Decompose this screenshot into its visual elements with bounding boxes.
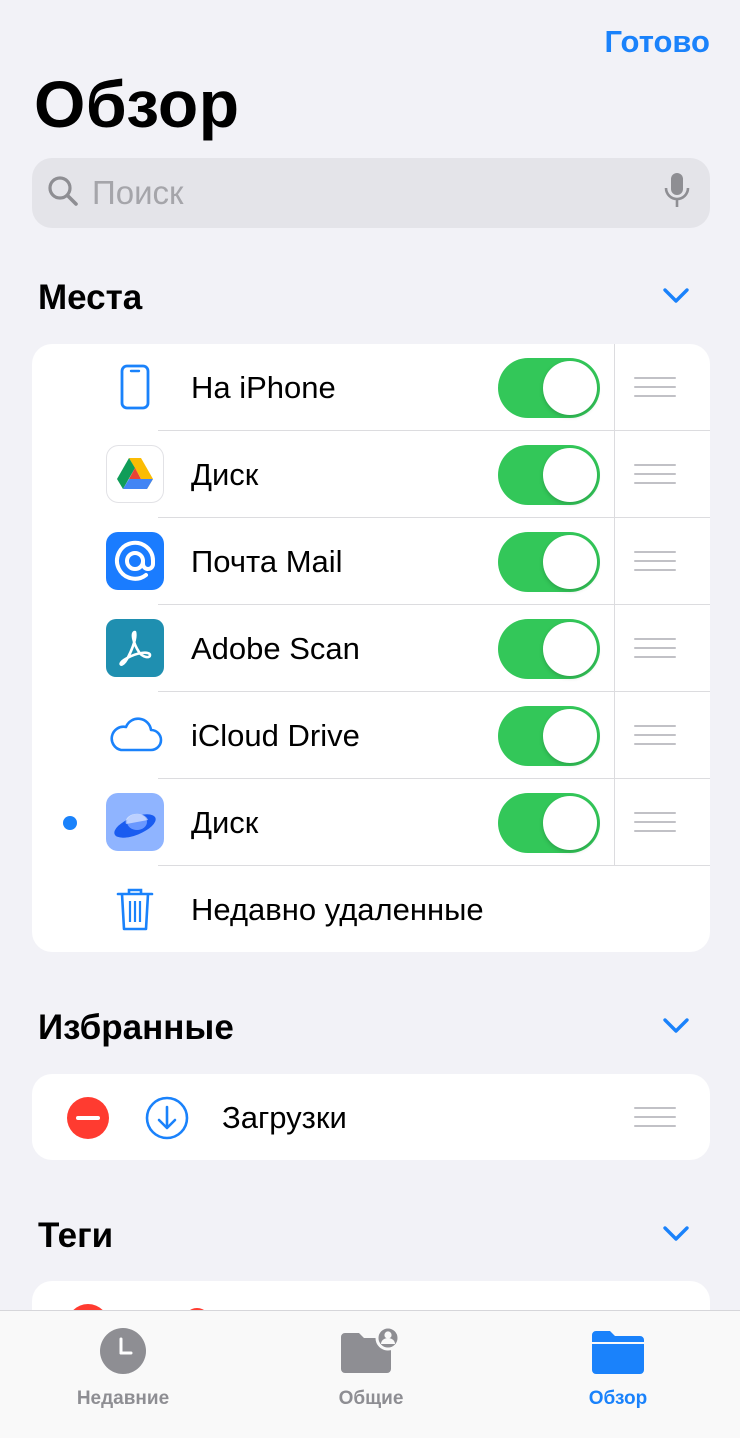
trash-icon [106,880,164,938]
reorder-handle-icon[interactable] [634,638,676,658]
chevron-down-icon[interactable] [662,287,690,310]
reorder-handle-icon[interactable] [634,1107,676,1127]
list-item-label: Загрузки [222,1099,347,1135]
section-title: Теги [38,1216,114,1255]
list-item-icloud-drive[interactable]: iCloud Drive [32,692,710,779]
list-item-label: Недавно удаленные [191,891,484,927]
adobe-scan-icon [106,619,164,677]
mail-ru-icon [106,532,164,590]
icloud-icon [106,706,164,764]
download-icon [144,1095,190,1146]
tab-label: Обзор [588,1388,648,1409]
list-item-mail[interactable]: Почта Mail [32,518,710,605]
google-drive-icon [106,445,164,503]
search-icon [46,174,80,213]
folder-icon [591,1327,645,1380]
location-toggle[interactable] [498,619,600,679]
list-item-adobe-scan[interactable]: Adobe Scan [32,605,710,692]
list-item-label: Почта Mail [191,543,343,579]
chevron-down-icon[interactable] [662,1225,690,1248]
remove-icon[interactable] [66,1096,110,1145]
reorder-handle-icon[interactable] [634,551,676,571]
iphone-icon [106,358,164,416]
list-item-label: iCloud Drive [191,717,360,753]
reorder-handle-icon[interactable] [634,464,676,484]
reorder-handle-icon[interactable] [634,812,676,832]
chevron-down-icon[interactable] [662,1017,690,1040]
location-toggle[interactable] [498,358,600,418]
shared-folder-icon [339,1325,403,1380]
list-item-label: Adobe Scan [191,630,360,666]
done-button[interactable]: Готово [605,24,711,60]
microphone-icon[interactable] [664,172,690,215]
list-item-recently-deleted[interactable]: Недавно удаленные [32,866,710,952]
tab-browse[interactable]: Обзор [538,1327,698,1410]
section-title: Места [38,278,143,317]
yandex-disk-icon [106,793,164,851]
section-title: Избранные [38,1008,234,1047]
section-header-favorites[interactable]: Избранные [38,1008,690,1048]
list-item-label: Диск [191,456,259,492]
location-toggle[interactable] [498,706,600,766]
list-item-on-iphone[interactable]: На iPhone [32,344,710,431]
list-item-label: На iPhone [191,369,336,405]
location-toggle[interactable] [498,445,600,505]
tab-shared[interactable]: Общие [291,1325,451,1410]
clock-icon [99,1327,147,1380]
list-item-label: Диск [191,804,259,840]
reorder-handle-icon[interactable] [634,725,676,745]
places-list: На iPhone Диск Почта Mail Adobe Scan iCl… [32,344,710,952]
list-item-yandex-disk[interactable]: Диск [32,779,710,866]
section-header-tags[interactable]: Теги [38,1216,690,1256]
tab-label: Недавние [76,1388,170,1409]
list-item-google-drive[interactable]: Диск [32,431,710,518]
tab-bar: Недавние Общие Обзор [0,1310,740,1438]
search-bar[interactable] [32,158,710,228]
tab-label: Общие [338,1388,404,1409]
location-toggle[interactable] [498,532,600,592]
favorites-list: Загрузки [32,1074,710,1160]
page-title: Обзор [34,67,240,141]
section-header-places[interactable]: Места [38,278,690,318]
reorder-handle-icon[interactable] [634,377,676,397]
list-item-downloads[interactable]: Загрузки [32,1074,710,1160]
current-location-indicator [63,816,77,830]
tab-recents[interactable]: Недавние [43,1327,203,1410]
location-toggle[interactable] [498,793,600,853]
search-input[interactable] [92,174,664,212]
